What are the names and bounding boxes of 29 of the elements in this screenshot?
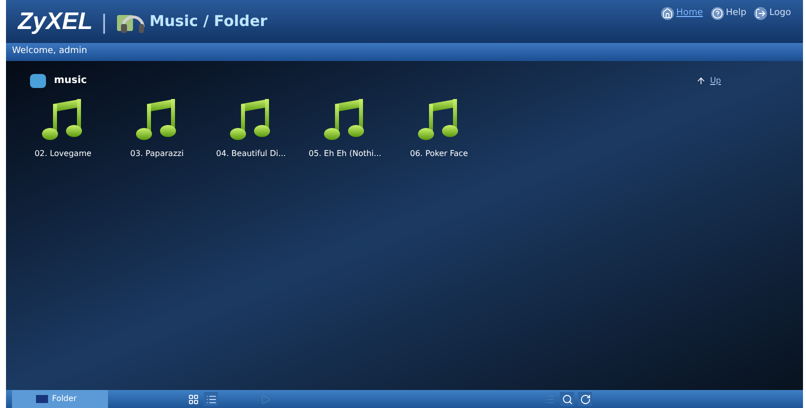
up-arrow-icon <box>696 76 706 86</box>
folder-icon <box>36 395 48 403</box>
header-link[interactable]: Home <box>661 6 703 20</box>
music-note-icon <box>41 96 85 142</box>
refresh-button[interactable] <box>578 392 592 406</box>
music-note-icon <box>229 96 273 142</box>
brand-logo: ZyXEL <box>18 6 93 36</box>
page-title: Music / Folder <box>149 11 268 32</box>
header-link[interactable]: Logo <box>754 6 791 20</box>
file-name[interactable]: 06. Poker Face <box>410 148 468 160</box>
view-button[interactable] <box>186 392 200 406</box>
file-name[interactable]: 03. Paparazzi <box>130 148 184 160</box>
file-name[interactable]: 05. Eh Eh (Nothi... <box>308 148 382 160</box>
link-icon <box>710 7 724 20</box>
link-icon <box>754 7 768 20</box>
file-name[interactable]: 04. Beautiful Di... <box>216 148 286 160</box>
welcome-text: Welcome, admin <box>12 45 88 58</box>
title-separator: | <box>100 8 108 36</box>
music-note-icon <box>417 96 461 142</box>
link-icon <box>661 7 674 20</box>
folder-icon <box>30 74 46 88</box>
folder-name: music <box>54 74 87 88</box>
view-button[interactable] <box>204 392 218 406</box>
up-link[interactable]: Up <box>696 74 721 86</box>
search-button[interactable] <box>560 392 574 406</box>
music-note-icon <box>323 96 367 142</box>
music-note-icon <box>135 96 179 142</box>
file-name[interactable]: 02. Lovegame <box>34 148 92 160</box>
header-link[interactable]: Help <box>710 6 746 20</box>
